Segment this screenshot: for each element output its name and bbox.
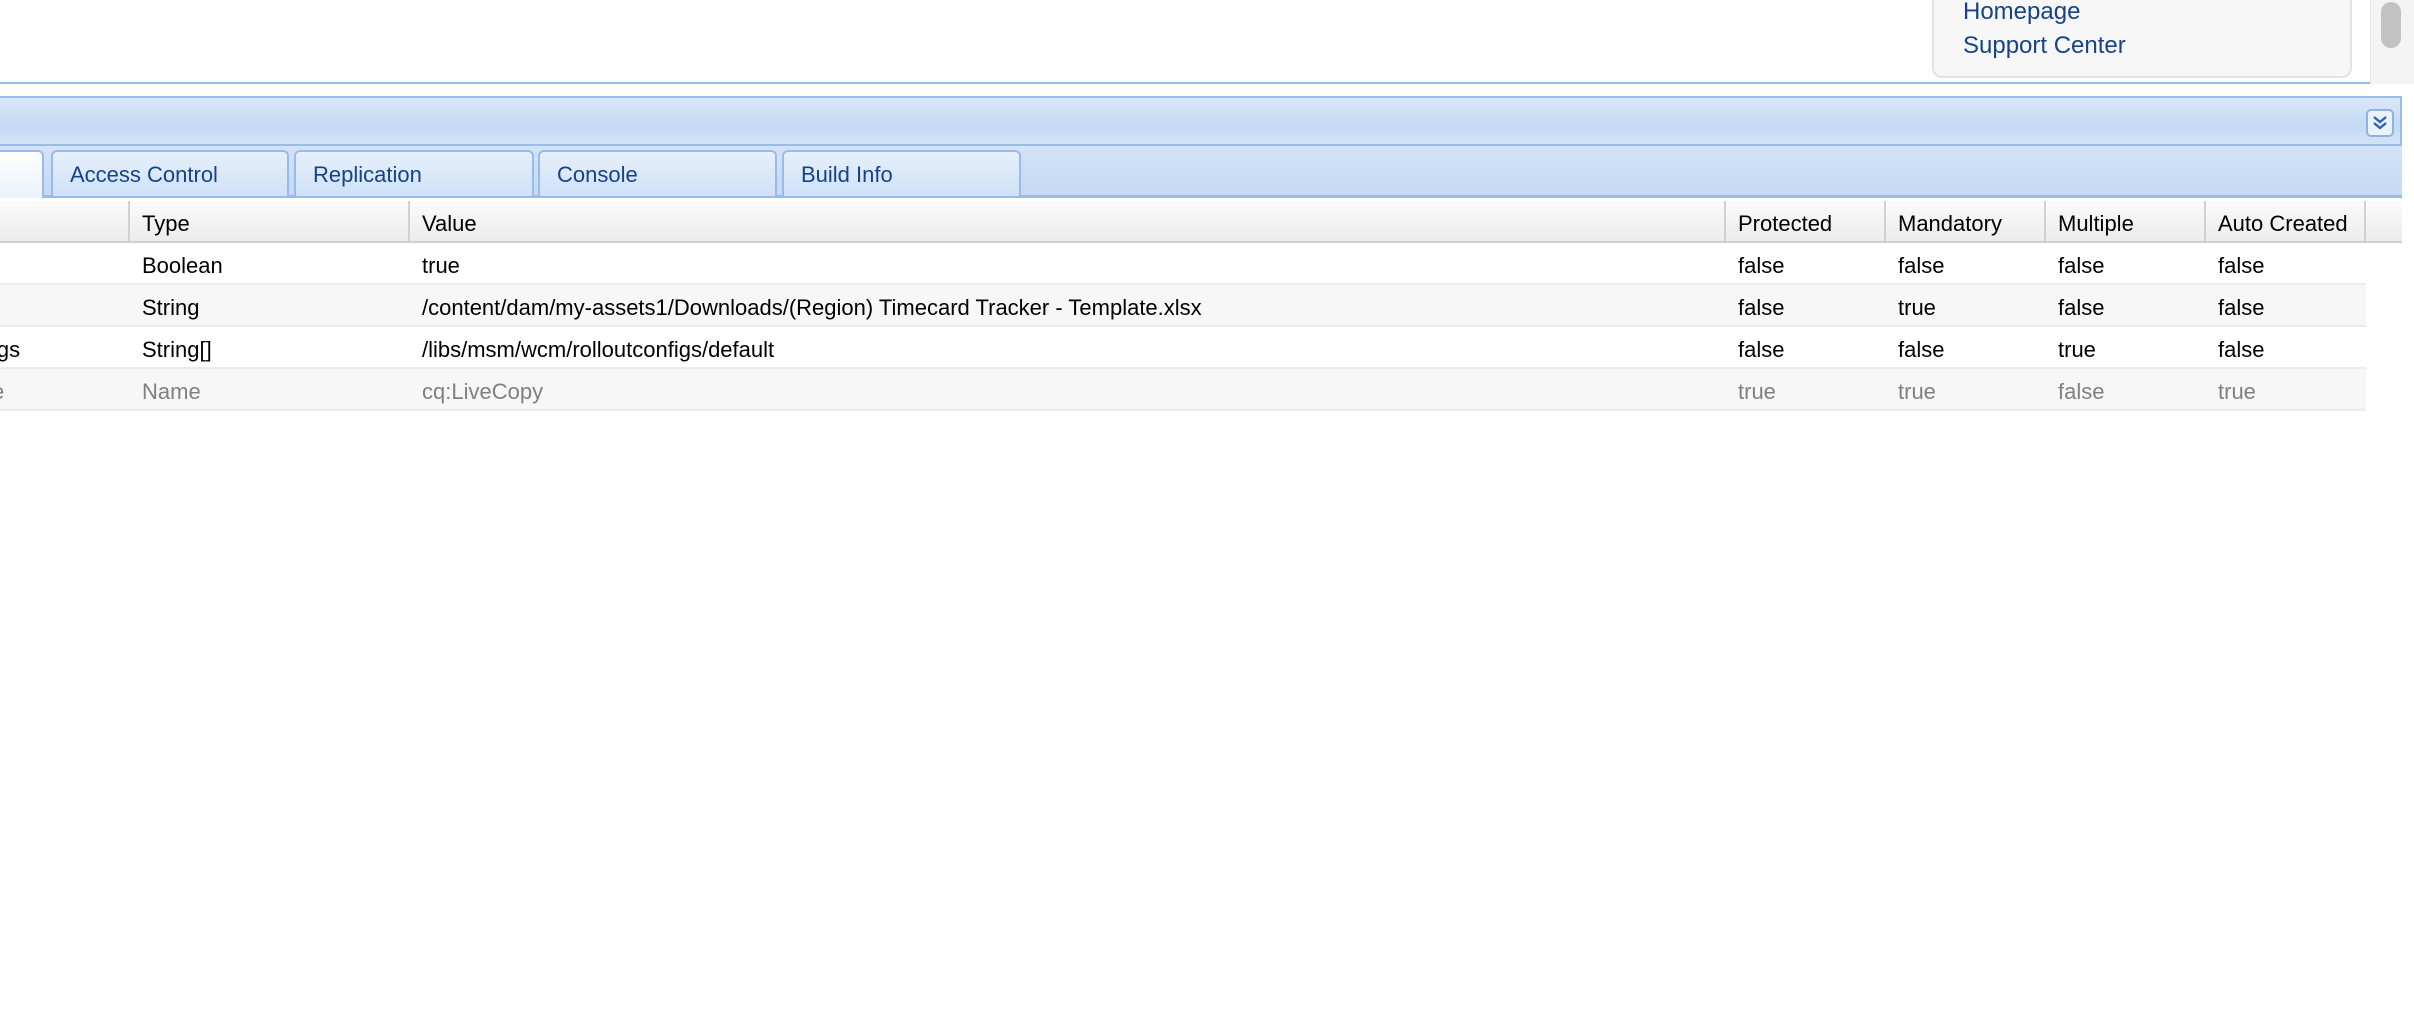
cell-name: e <box>0 369 130 411</box>
links-panel: Homepage Support Center <box>1932 0 2352 78</box>
cell-value: cq:LiveCopy <box>422 379 544 404</box>
column-header-multiple[interactable]: Multiple <box>2046 201 2206 243</box>
panel-header <box>0 96 2402 146</box>
tab-properties[interactable] <box>0 150 44 198</box>
table-row[interactable]: String /content/dam/my-assets1/Downloads… <box>0 285 2366 327</box>
tab-console[interactable]: Console <box>538 150 777 196</box>
cell-protected: false <box>1738 253 1785 278</box>
column-header-type[interactable]: Type <box>130 201 410 243</box>
double-chevron-down-icon <box>2373 116 2387 130</box>
cell-mandatory: true <box>1898 295 1936 320</box>
table-row[interactable]: Boolean true false false false false <box>0 243 2366 285</box>
support-center-link[interactable]: Support Center <box>1963 32 2126 60</box>
cell-protected: false <box>1738 295 1785 320</box>
cell-multiple: false <box>2058 253 2105 278</box>
cell-multiple: false <box>2058 295 2105 320</box>
collapse-button[interactable] <box>2366 109 2394 137</box>
column-header-auto-created[interactable]: Auto Created <box>2206 201 2366 243</box>
cell-value: /content/dam/my-assets1/Downloads/(Regio… <box>422 295 1202 320</box>
top-area: Homepage Support Center <box>0 0 2388 84</box>
column-header-name[interactable] <box>0 201 130 243</box>
cell-mandatory: false <box>1898 337 1945 362</box>
grid-scroll-gutter <box>2366 243 2402 411</box>
cell-type: Name <box>142 379 201 404</box>
tab-strip: Access Control Replication Console Build… <box>0 146 2402 198</box>
cell-auto-created: false <box>2218 337 2265 362</box>
cell-multiple: false <box>2058 379 2105 404</box>
cell-name <box>0 243 130 285</box>
cell-auto-created: true <box>2218 379 2256 404</box>
cell-value: true <box>422 253 460 278</box>
table-row[interactable]: e Name cq:LiveCopy true true false true <box>0 369 2366 411</box>
cell-type: String <box>142 295 200 320</box>
column-header-value[interactable]: Value <box>410 201 1726 243</box>
homepage-link[interactable]: Homepage <box>1963 0 2080 26</box>
cell-auto-created: false <box>2218 253 2265 278</box>
cell-mandatory: true <box>1898 379 1936 404</box>
cell-protected: true <box>1738 379 1776 404</box>
tab-access-control[interactable]: Access Control <box>51 150 289 196</box>
properties-grid: Type Value Protected Mandatory Multiple … <box>0 201 2402 1014</box>
table-row[interactable]: igs String[] /libs/msm/wcm/rolloutconfig… <box>0 327 2366 369</box>
cell-auto-created: false <box>2218 295 2265 320</box>
stage: Homepage Support Center Access Control R… <box>0 0 2414 1014</box>
scrollbar-thumb[interactable] <box>2381 2 2401 48</box>
cell-name <box>0 285 130 327</box>
cell-mandatory: false <box>1898 253 1945 278</box>
tab-build-info[interactable]: Build Info <box>782 150 1021 196</box>
cell-multiple: true <box>2058 337 2096 362</box>
tab-replication[interactable]: Replication <box>294 150 534 196</box>
cell-type: Boolean <box>142 253 223 278</box>
cell-value: /libs/msm/wcm/rolloutconfigs/default <box>422 337 775 362</box>
cell-name: igs <box>0 337 21 362</box>
vertical-scrollbar[interactable] <box>2370 0 2414 84</box>
cell-type: String[] <box>142 337 212 362</box>
column-header-protected[interactable]: Protected <box>1726 201 1886 243</box>
column-header-mandatory[interactable]: Mandatory <box>1886 201 2046 243</box>
grid-header: Type Value Protected Mandatory Multiple … <box>0 201 2402 243</box>
cell-protected: false <box>1738 337 1785 362</box>
